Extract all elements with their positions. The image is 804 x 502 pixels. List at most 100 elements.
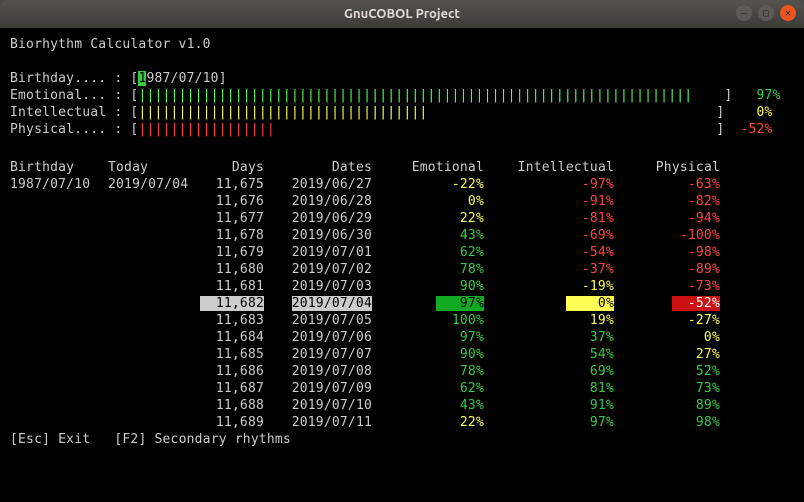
col-dates: Dates [264, 159, 372, 176]
cell-days: 11,679 [196, 244, 264, 261]
cell-date: 2019/07/06 [264, 329, 372, 346]
cell-emotional: 97% [372, 295, 484, 312]
table-row: 1987/07/102019/07/04 11,675 2019/06/27 -… [10, 176, 720, 193]
cell-date: 2019/07/09 [264, 380, 372, 397]
table-row: 11,684 2019/07/06 97% 37% 0% [10, 329, 720, 346]
cell-birthday [10, 329, 108, 346]
footer-f2[interactable]: [F2] Secondary rhythms [114, 432, 291, 447]
cell-today [108, 397, 196, 414]
cell-intellectual: -19% [484, 278, 614, 295]
cell-today [108, 363, 196, 380]
cell-days: 11,687 [196, 380, 264, 397]
cell-intellectual: 91% [484, 397, 614, 414]
cell-physical: 73% [614, 380, 720, 397]
cell-birthday [10, 261, 108, 278]
cell-intellectual: 54% [484, 346, 614, 363]
cell-intellectual: -81% [484, 210, 614, 227]
cell-days: 11,680 [196, 261, 264, 278]
birthday-label: Birthday.... : [ [10, 71, 138, 86]
cell-physical: -82% [614, 193, 720, 210]
bar-value-pad [732, 88, 756, 103]
cell-today [108, 227, 196, 244]
cell-today [108, 193, 196, 210]
cell-date: 2019/06/27 [264, 176, 372, 193]
cell-emotional: 22% [372, 210, 484, 227]
cell-birthday: 1987/07/10 [10, 176, 108, 193]
cell-days: 11,682 [196, 295, 264, 312]
summary-bar: Physical.... : [||||||||||||||||| ] -52% [10, 121, 794, 138]
cell-emotional: 43% [372, 397, 484, 414]
bar-pad: ] [275, 122, 725, 137]
table-row: 11,678 2019/06/30 43% -69% -100% [10, 227, 720, 244]
cell-date: 2019/06/30 [264, 227, 372, 244]
cell-physical: -52% [614, 295, 720, 312]
cell-date: 2019/07/11 [264, 414, 372, 431]
cell-emotional: 0% [372, 193, 484, 210]
cell-days: 11,688 [196, 397, 264, 414]
cell-date: 2019/07/02 [264, 261, 372, 278]
cell-date: 2019/07/07 [264, 346, 372, 363]
cell-intellectual: -37% [484, 261, 614, 278]
footer: [Esc] Exit [F2] Secondary rhythms [10, 431, 794, 448]
cell-date: 2019/06/28 [264, 193, 372, 210]
cell-intellectual: -69% [484, 227, 614, 244]
bar-value-pad [724, 122, 740, 137]
cell-today [108, 380, 196, 397]
terminal: Biorhythm Calculator v1.0 Birthday.... :… [0, 28, 804, 502]
cell-birthday [10, 244, 108, 261]
col-intellectual: Intellectual [484, 159, 614, 176]
cell-intellectual: 37% [484, 329, 614, 346]
cell-today [108, 261, 196, 278]
bar-ticks: ||||||||||||||||| [138, 122, 274, 137]
cell-emotional: 22% [372, 414, 484, 431]
cell-physical: -27% [614, 312, 720, 329]
cell-emotional: -22% [372, 176, 484, 193]
bar-pad: ] [427, 105, 724, 120]
cell-emotional: 43% [372, 227, 484, 244]
cell-birthday [10, 414, 108, 431]
footer-esc[interactable]: [Esc] Exit [10, 432, 90, 447]
cell-date: 2019/07/04 [264, 295, 372, 312]
cell-days: 11,675 [196, 176, 264, 193]
bar-label: Intellectual : [ [10, 105, 138, 120]
maximize-button[interactable]: ▢ [758, 5, 774, 21]
cell-emotional: 78% [372, 261, 484, 278]
col-physical: Physical [614, 159, 720, 176]
cell-physical: -100% [614, 227, 720, 244]
close-button[interactable]: ✕ [780, 5, 796, 21]
cell-physical: 98% [614, 414, 720, 431]
cell-birthday [10, 193, 108, 210]
window: GnuCOBOL Project – ▢ ✕ Biorhythm Calcula… [0, 0, 804, 502]
col-today: Today [108, 159, 196, 176]
bar-ticks: ||||||||||||||||||||||||||||||||||||||||… [138, 88, 692, 103]
cell-physical: 52% [614, 363, 720, 380]
cell-intellectual: 69% [484, 363, 614, 380]
cell-emotional: 62% [372, 244, 484, 261]
cell-days: 11,684 [196, 329, 264, 346]
cell-date: 2019/07/01 [264, 244, 372, 261]
cell-intellectual: 0% [484, 295, 614, 312]
cell-physical: -63% [614, 176, 720, 193]
cell-today [108, 414, 196, 431]
cell-intellectual: -91% [484, 193, 614, 210]
birthday-input-row[interactable]: Birthday.... : [1987/07/10] [10, 70, 794, 87]
cell-today [108, 312, 196, 329]
cell-date: 2019/07/08 [264, 363, 372, 380]
col-days: Days [196, 159, 264, 176]
cell-today [108, 295, 196, 312]
table-row: 11,686 2019/07/08 78% 69% 52% [10, 363, 720, 380]
cell-date: 2019/06/29 [264, 210, 372, 227]
table-header-row: Birthday Today Days Dates Emotional Inte… [10, 159, 720, 176]
window-title: GnuCOBOL Project [344, 7, 460, 21]
bar-value: 0% [757, 105, 773, 120]
table-row: 11,683 2019/07/05 100% 19% -27% [10, 312, 720, 329]
cell-date: 2019/07/05 [264, 312, 372, 329]
cell-today: 2019/07/04 [108, 176, 196, 193]
bar-label: Emotional... : [ [10, 88, 138, 103]
cell-emotional: 78% [372, 363, 484, 380]
birthday-value-rest: 987/07/10] [146, 71, 226, 86]
minimize-button[interactable]: – [736, 5, 752, 21]
cell-days: 11,678 [196, 227, 264, 244]
cell-emotional: 97% [372, 329, 484, 346]
cell-birthday [10, 363, 108, 380]
